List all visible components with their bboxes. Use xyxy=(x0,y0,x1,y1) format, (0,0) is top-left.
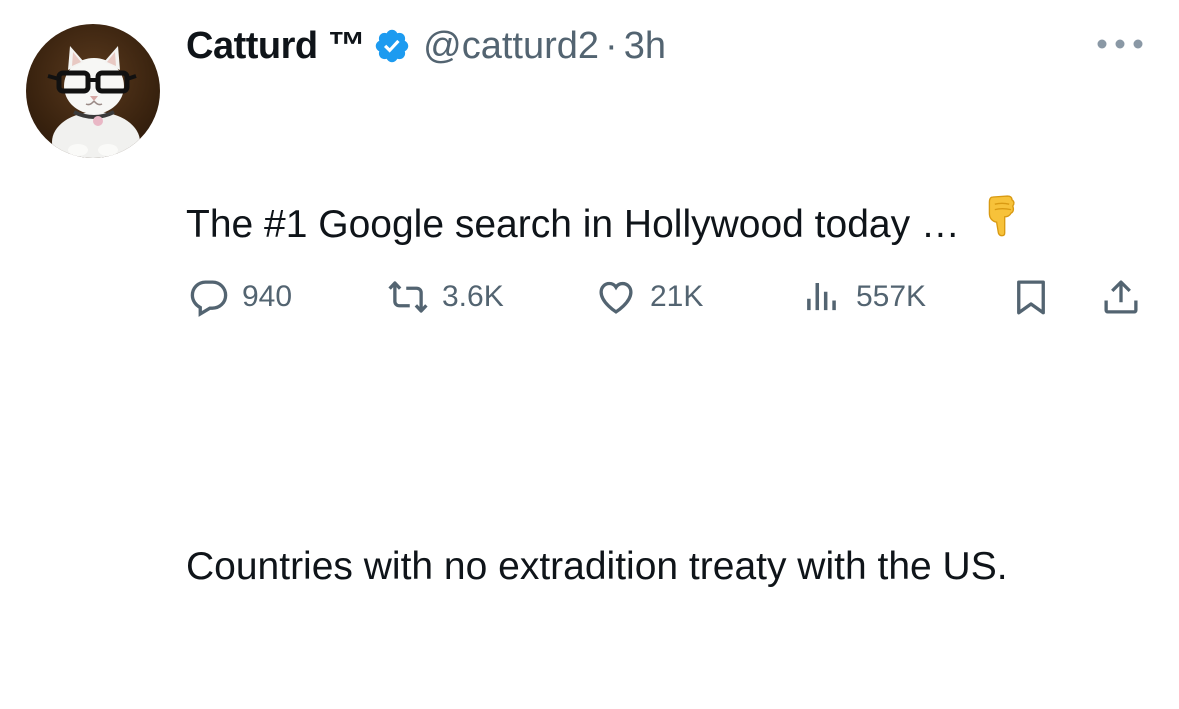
bookmark-icon xyxy=(1017,280,1045,315)
heart-icon xyxy=(599,281,633,314)
bookmark-button[interactable] xyxy=(1010,272,1052,322)
more-options-icon[interactable] xyxy=(1094,26,1146,62)
reply-button[interactable]: 940 xyxy=(188,272,292,322)
verified-badge-icon[interactable] xyxy=(373,27,411,65)
retweet-icon xyxy=(388,281,428,313)
retweet-button[interactable]: 3.6K xyxy=(386,272,504,322)
author-handle[interactable]: @catturd2 xyxy=(423,25,599,68)
display-name[interactable]: Catturd ™ xyxy=(186,25,366,68)
tweet-text-line-1: The #1 Google search in Hollywood today … xyxy=(186,193,1156,253)
tweet-card[interactable]: Catturd ™ @catturd2 · 3h The #1 Google s… xyxy=(0,0,1179,588)
reply-icon xyxy=(190,280,228,317)
retweet-count: 3.6K xyxy=(442,280,504,313)
action-bar: 940 3.6K 21K 557K xyxy=(0,272,1179,322)
tweet-text-line-1-content: The #1 Google search in Hollywood today … xyxy=(186,203,960,246)
views-button[interactable]: 557K xyxy=(800,272,926,322)
views-chart-icon xyxy=(807,283,836,311)
avatar[interactable] xyxy=(26,24,160,158)
tweet-header: Catturd ™ @catturd2 · 3h xyxy=(186,18,666,74)
reply-count: 940 xyxy=(242,280,293,313)
share-button[interactable] xyxy=(1100,272,1142,322)
like-button[interactable]: 21K xyxy=(594,272,703,322)
like-count: 21K xyxy=(650,280,704,313)
tweet-text: The #1 Google search in Hollywood today … xyxy=(186,82,1156,709)
cat-avatar-image xyxy=(47,46,140,158)
header-separator: · xyxy=(605,24,618,67)
views-count: 557K xyxy=(856,280,927,313)
share-icon xyxy=(1104,280,1138,314)
tweet-text-line-2: Countries with no extradition treaty wit… xyxy=(186,545,1008,588)
pointing-down-emoji-icon xyxy=(984,193,1020,253)
tweet-timestamp[interactable]: 3h xyxy=(624,25,666,68)
